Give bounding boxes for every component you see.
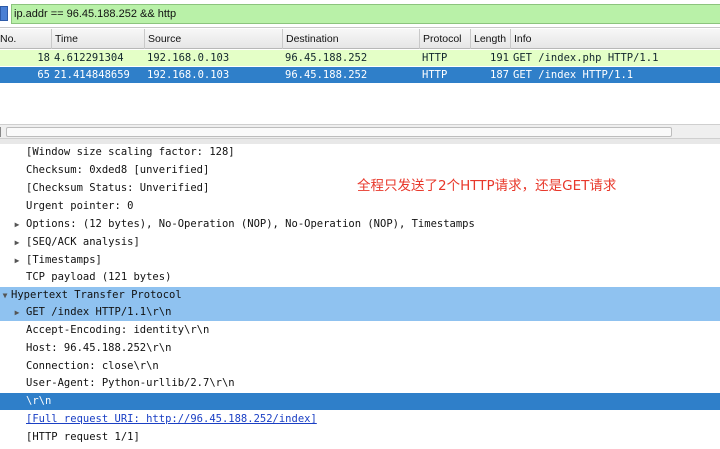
packet-length: 191 [490,52,509,64]
column-header-protocol[interactable]: Protocol [420,29,471,49]
detail-text: Urgent pointer: 0 [26,200,134,212]
detail-text: Host: 96.45.188.252\r\n [26,342,172,354]
detail-line[interactable]: User-Agent: Python-urllib/2.7\r\n [0,375,720,392]
packet-time: 21.414848659 [54,69,130,81]
packet-protocol: HTTP [422,52,448,64]
detail-text: [Checksum Status: Unverified] [26,182,210,194]
packet-info: GET /index HTTP/1.1 [513,69,634,81]
packet-list-header: No. Time Source Destination Protocol Len… [0,29,720,49]
detail-text: User-Agent: Python-urllib/2.7\r\n [26,377,235,389]
column-header-info[interactable]: Info [511,29,720,49]
detail-text: GET /index HTTP/1.1\r\n [26,306,172,318]
detail-line-request-line[interactable]: ▶ GET /index HTTP/1.1\r\n [0,304,720,321]
packet-source: 192.168.0.103 [147,52,230,64]
column-header-time[interactable]: Time [52,29,145,49]
detail-text: [Window size scaling factor: 128] [26,146,235,158]
detail-text: [SEQ/ACK analysis] [26,236,140,248]
packet-destination: 96.45.188.252 [285,69,368,81]
packet-protocol: HTTP [422,69,448,81]
column-header-source[interactable]: Source [145,29,283,49]
detail-line[interactable]: TCP payload (121 bytes) [0,269,720,286]
detail-text: Checksum: 0xded8 [unverified] [26,164,210,176]
detail-text: Connection: close\r\n [26,360,159,372]
detail-line-selected[interactable]: \r\n [0,393,720,410]
detail-line[interactable]: Connection: close\r\n [0,358,720,375]
expand-triangle-right-icon[interactable]: ▶ [12,234,22,251]
detail-text: Hypertext Transfer Protocol [11,289,182,301]
column-header-no[interactable]: No. [0,29,52,49]
detail-line[interactable]: [HTTP request 1/1] [0,429,720,446]
detail-text: Accept-Encoding: identity\r\n [26,324,210,336]
annotation-note: 全程只发送了2个HTTP请求，还是GET请求 [357,178,617,194]
detail-text: [HTTP request 1/1] [26,431,140,443]
packet-time: 4.612291304 [54,52,124,64]
expand-triangle-right-icon[interactable]: ▶ [12,252,22,269]
expand-triangle-right-icon[interactable]: ▶ [12,304,22,321]
detail-line-http-protocol[interactable]: ▼ Hypertext Transfer Protocol [0,287,720,304]
horizontal-scrollbar[interactable] [0,124,720,139]
detail-text: Options: (12 bytes), No-Operation (NOP),… [26,218,475,230]
detail-line-timestamps[interactable]: ▶ [Timestamps] [0,252,720,269]
scroll-left-marker [0,127,5,137]
packet-row-selected[interactable]: 65 21.414848659 192.168.0.103 96.45.188.… [0,67,720,83]
packet-no: 18 [37,52,50,64]
column-header-length[interactable]: Length [471,29,511,49]
detail-line[interactable]: Accept-Encoding: identity\r\n [0,322,720,339]
detail-line[interactable]: Host: 96.45.188.252\r\n [0,340,720,357]
detail-line[interactable]: Urgent pointer: 0 [0,198,720,215]
detail-text: \r\n [26,395,52,407]
detail-line-options[interactable]: ▶ Options: (12 bytes), No-Operation (NOP… [0,216,720,233]
packet-destination: 96.45.188.252 [285,52,368,64]
expand-triangle-right-icon[interactable]: ▶ [12,216,22,233]
packet-no: 65 [37,69,50,81]
display-filter-input[interactable]: ip.addr == 96.45.188.252 && http [11,4,720,24]
bookmark-icon[interactable] [0,6,8,21]
packet-row[interactable]: 18 4.612291304 192.168.0.103 96.45.188.2… [0,50,720,66]
packet-source: 192.168.0.103 [147,69,230,81]
packet-info: GET /index.php HTTP/1.1 [513,52,659,64]
detail-line[interactable]: [Window size scaling factor: 128] [0,144,720,161]
detail-line-seq-ack[interactable]: ▶ [SEQ/ACK analysis] [0,234,720,251]
packet-list-empty-area [0,84,720,124]
full-request-uri-link[interactable]: [Full request URI: http://96.45.188.252/… [26,411,317,428]
scrollbar-thumb[interactable] [6,127,672,137]
detail-text: [Timestamps] [26,254,102,266]
column-header-destination[interactable]: Destination [283,29,420,49]
display-filter-bar: ip.addr == 96.45.188.252 && http [0,0,720,28]
packet-length: 187 [490,69,509,81]
detail-line-full-uri[interactable]: [Full request URI: http://96.45.188.252/… [0,411,720,428]
collapse-triangle-down-icon[interactable]: ▼ [0,287,10,304]
detail-text: TCP payload (121 bytes) [26,271,172,283]
